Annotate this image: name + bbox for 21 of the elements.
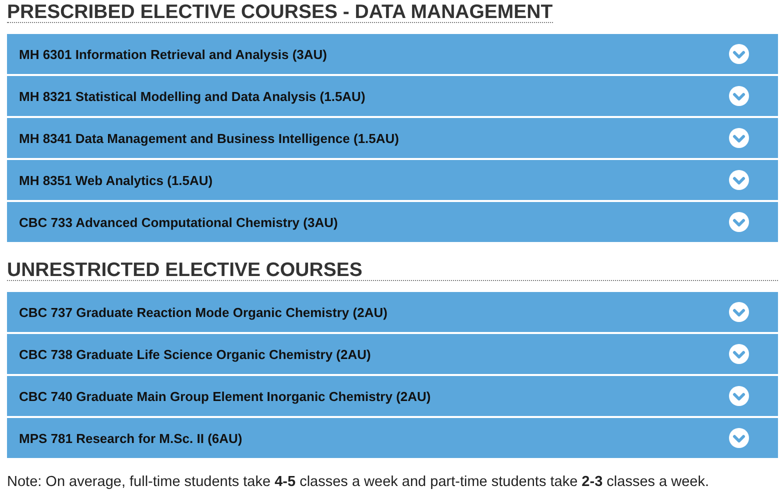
section-heading: PRESCRIBED ELECTIVE COURSES - DATA MANAGEMENT: [7, 0, 553, 23]
chevron-down-icon: [729, 86, 749, 106]
chevron-down-icon: [729, 128, 749, 148]
chevron-down-icon: [729, 44, 749, 64]
course-accordion-header[interactable]: MH 8321 Statistical Modelling and Data Analysis (1.5AU): [7, 76, 778, 116]
chevron-down-icon: [729, 344, 749, 364]
course-accordion-header[interactable]: CBC 733 Advanced Computational Chemistry (3AU): [7, 202, 778, 242]
course-accordion-header[interactable]: MPS 781 Research for M.Sc. II (6AU): [7, 418, 778, 458]
chevron-down-icon: [729, 212, 749, 232]
course-accordion-header[interactable]: CBC 738 Graduate Life Science Organic Chemistry (2AU): [7, 334, 778, 374]
course-accordion-header[interactable]: MH 6301 Information Retrieval and Analysis (3AU): [7, 34, 778, 74]
course-accordion-header[interactable]: MH 8351 Web Analytics (1.5AU): [7, 160, 778, 200]
course-accordion-header[interactable]: CBC 740 Graduate Main Group Element Inorganic Chemistry (2AU): [7, 376, 778, 416]
chevron-down-icon: [729, 428, 749, 448]
chevron-down-icon: [729, 170, 749, 190]
chevron-down-icon: [729, 302, 749, 322]
chevron-down-icon: [729, 386, 749, 406]
course-accordion-header[interactable]: MH 8341 Data Management and Business Intelligence (1.5AU): [7, 118, 778, 158]
course-accordion-header[interactable]: CBC 737 Graduate Reaction Mode Organic Chemistry (2AU): [7, 292, 778, 332]
note-text: Note: On average, full-time students take 4-5 classes a week and part-time students take 2-3 classes a week.: [7, 474, 710, 490]
section-heading: UNRESTRICTED ELECTIVE COURSES: [7, 258, 778, 281]
